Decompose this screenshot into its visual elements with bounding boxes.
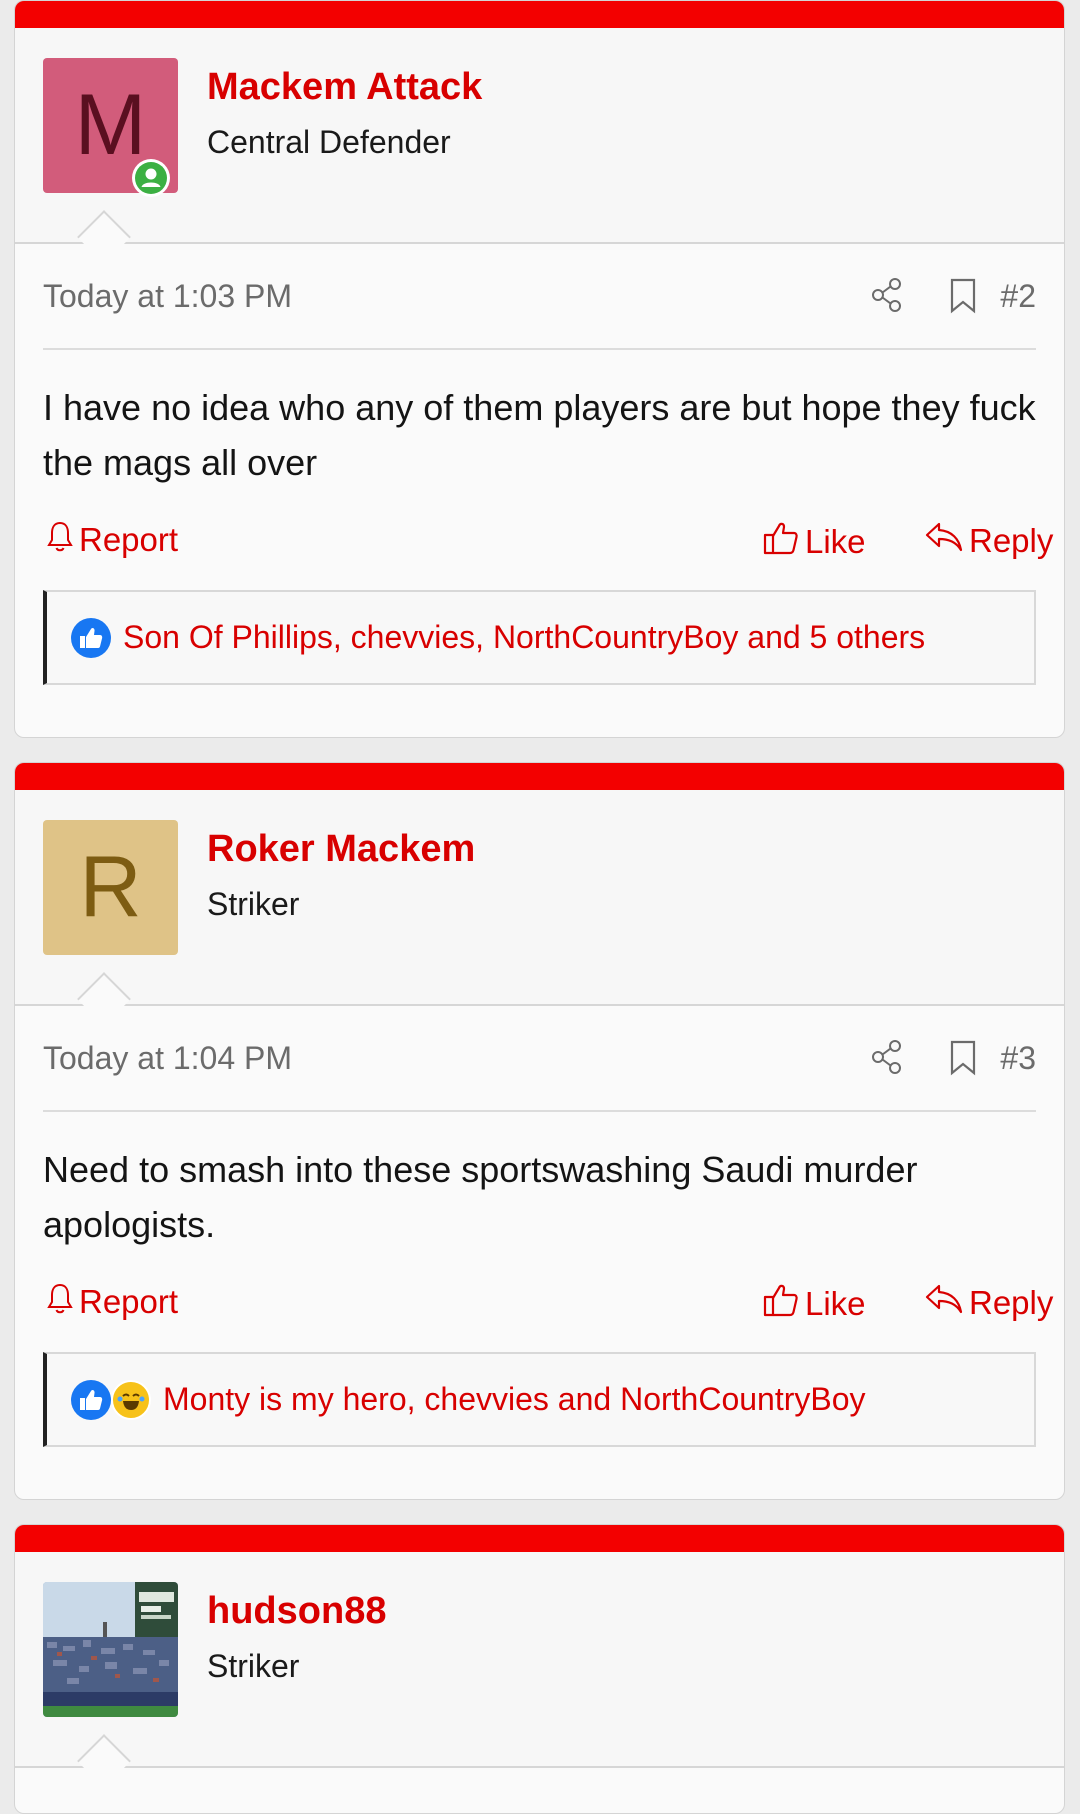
reaction-users-link[interactable]: Son Of Phillips, chevvies, NorthCountryB… — [123, 619, 925, 656]
reply-button[interactable]: Reply — [925, 520, 1053, 562]
post-date-link[interactable]: Today at 1:03 PM — [43, 278, 292, 315]
post-actions: Report Like Reply — [43, 1272, 1053, 1352]
avatar[interactable]: R — [43, 820, 178, 955]
like-button[interactable]: Like — [763, 520, 866, 564]
post-body: Need to smash into these sportswashing S… — [43, 1149, 918, 1245]
bell-icon — [47, 520, 73, 560]
thumbs-up-icon — [763, 520, 799, 564]
username-link[interactable]: hudson88 — [207, 1590, 386, 1633]
report-button[interactable]: Report — [47, 1282, 178, 1322]
user-title: Striker — [207, 1648, 300, 1684]
share-icon[interactable] — [871, 1040, 903, 1079]
reply-label: Reply — [969, 1284, 1054, 1321]
reply-icon — [925, 520, 963, 562]
reply-icon — [925, 1282, 963, 1324]
like-label: Like — [805, 523, 866, 560]
report-button[interactable]: Report — [47, 520, 178, 560]
reply-label: Reply — [969, 522, 1054, 559]
bell-icon — [47, 1282, 73, 1322]
username-link[interactable]: Roker Mackem — [207, 828, 475, 871]
user-block: R Roker Mackem Striker — [15, 790, 1064, 1004]
report-label: Report — [79, 521, 179, 558]
avatar[interactable] — [43, 1582, 178, 1717]
post-number-link[interactable]: #3 — [1000, 1040, 1036, 1077]
user-title: Striker — [207, 886, 300, 922]
thumbs-up-icon — [763, 1282, 799, 1326]
post-accent-bar — [15, 1, 1064, 28]
online-status-icon — [132, 159, 170, 197]
laugh-reaction-icon — [111, 1379, 151, 1420]
stadium-photo — [43, 1582, 178, 1717]
like-reaction-icon — [71, 617, 111, 658]
reply-button[interactable]: Reply — [925, 1282, 1053, 1324]
post-meta: Today at 1:03 PM #2 — [43, 244, 1036, 350]
divider — [15, 1734, 1064, 1788]
share-icon[interactable] — [871, 278, 903, 317]
report-label: Report — [79, 1283, 179, 1320]
avatar-letter: R — [79, 839, 142, 935]
bookmark-icon[interactable] — [949, 1040, 977, 1081]
post-card: M Mackem Attack Central Defender Today a… — [14, 0, 1065, 738]
reactions-bar[interactable]: Son Of Phillips, chevvies, NorthCountryB… — [43, 590, 1036, 685]
post-date-link[interactable]: Today at 1:04 PM — [43, 1040, 292, 1077]
like-button[interactable]: Like — [763, 1282, 866, 1326]
post-number-link[interactable]: #2 — [1000, 278, 1036, 315]
reactions-bar[interactable]: Monty is my hero, chevvies and NorthCoun… — [43, 1352, 1036, 1447]
like-label: Like — [805, 1285, 866, 1322]
avatar-letter: M — [74, 77, 147, 173]
post-card: R Roker Mackem Striker Today at 1:04 PM … — [14, 762, 1065, 1500]
reaction-users-link[interactable]: Monty is my hero, chevvies and NorthCoun… — [163, 1381, 866, 1418]
user-title: Central Defender — [207, 124, 451, 160]
username-link[interactable]: Mackem Attack — [207, 66, 482, 109]
post-accent-bar — [15, 1525, 1064, 1552]
post-body: I have no idea who any of them players a… — [43, 387, 1036, 483]
post-actions: Report Like Reply — [43, 510, 1053, 590]
user-block: M Mackem Attack Central Defender — [15, 28, 1064, 242]
bookmark-icon[interactable] — [949, 278, 977, 319]
post-accent-bar — [15, 763, 1064, 790]
post-meta: Today at 1:04 PM #3 — [43, 1006, 1036, 1112]
post-card: hudson88 Striker — [14, 1524, 1065, 1814]
user-block: hudson88 Striker — [15, 1552, 1064, 1766]
like-reaction-icon — [71, 1379, 111, 1420]
